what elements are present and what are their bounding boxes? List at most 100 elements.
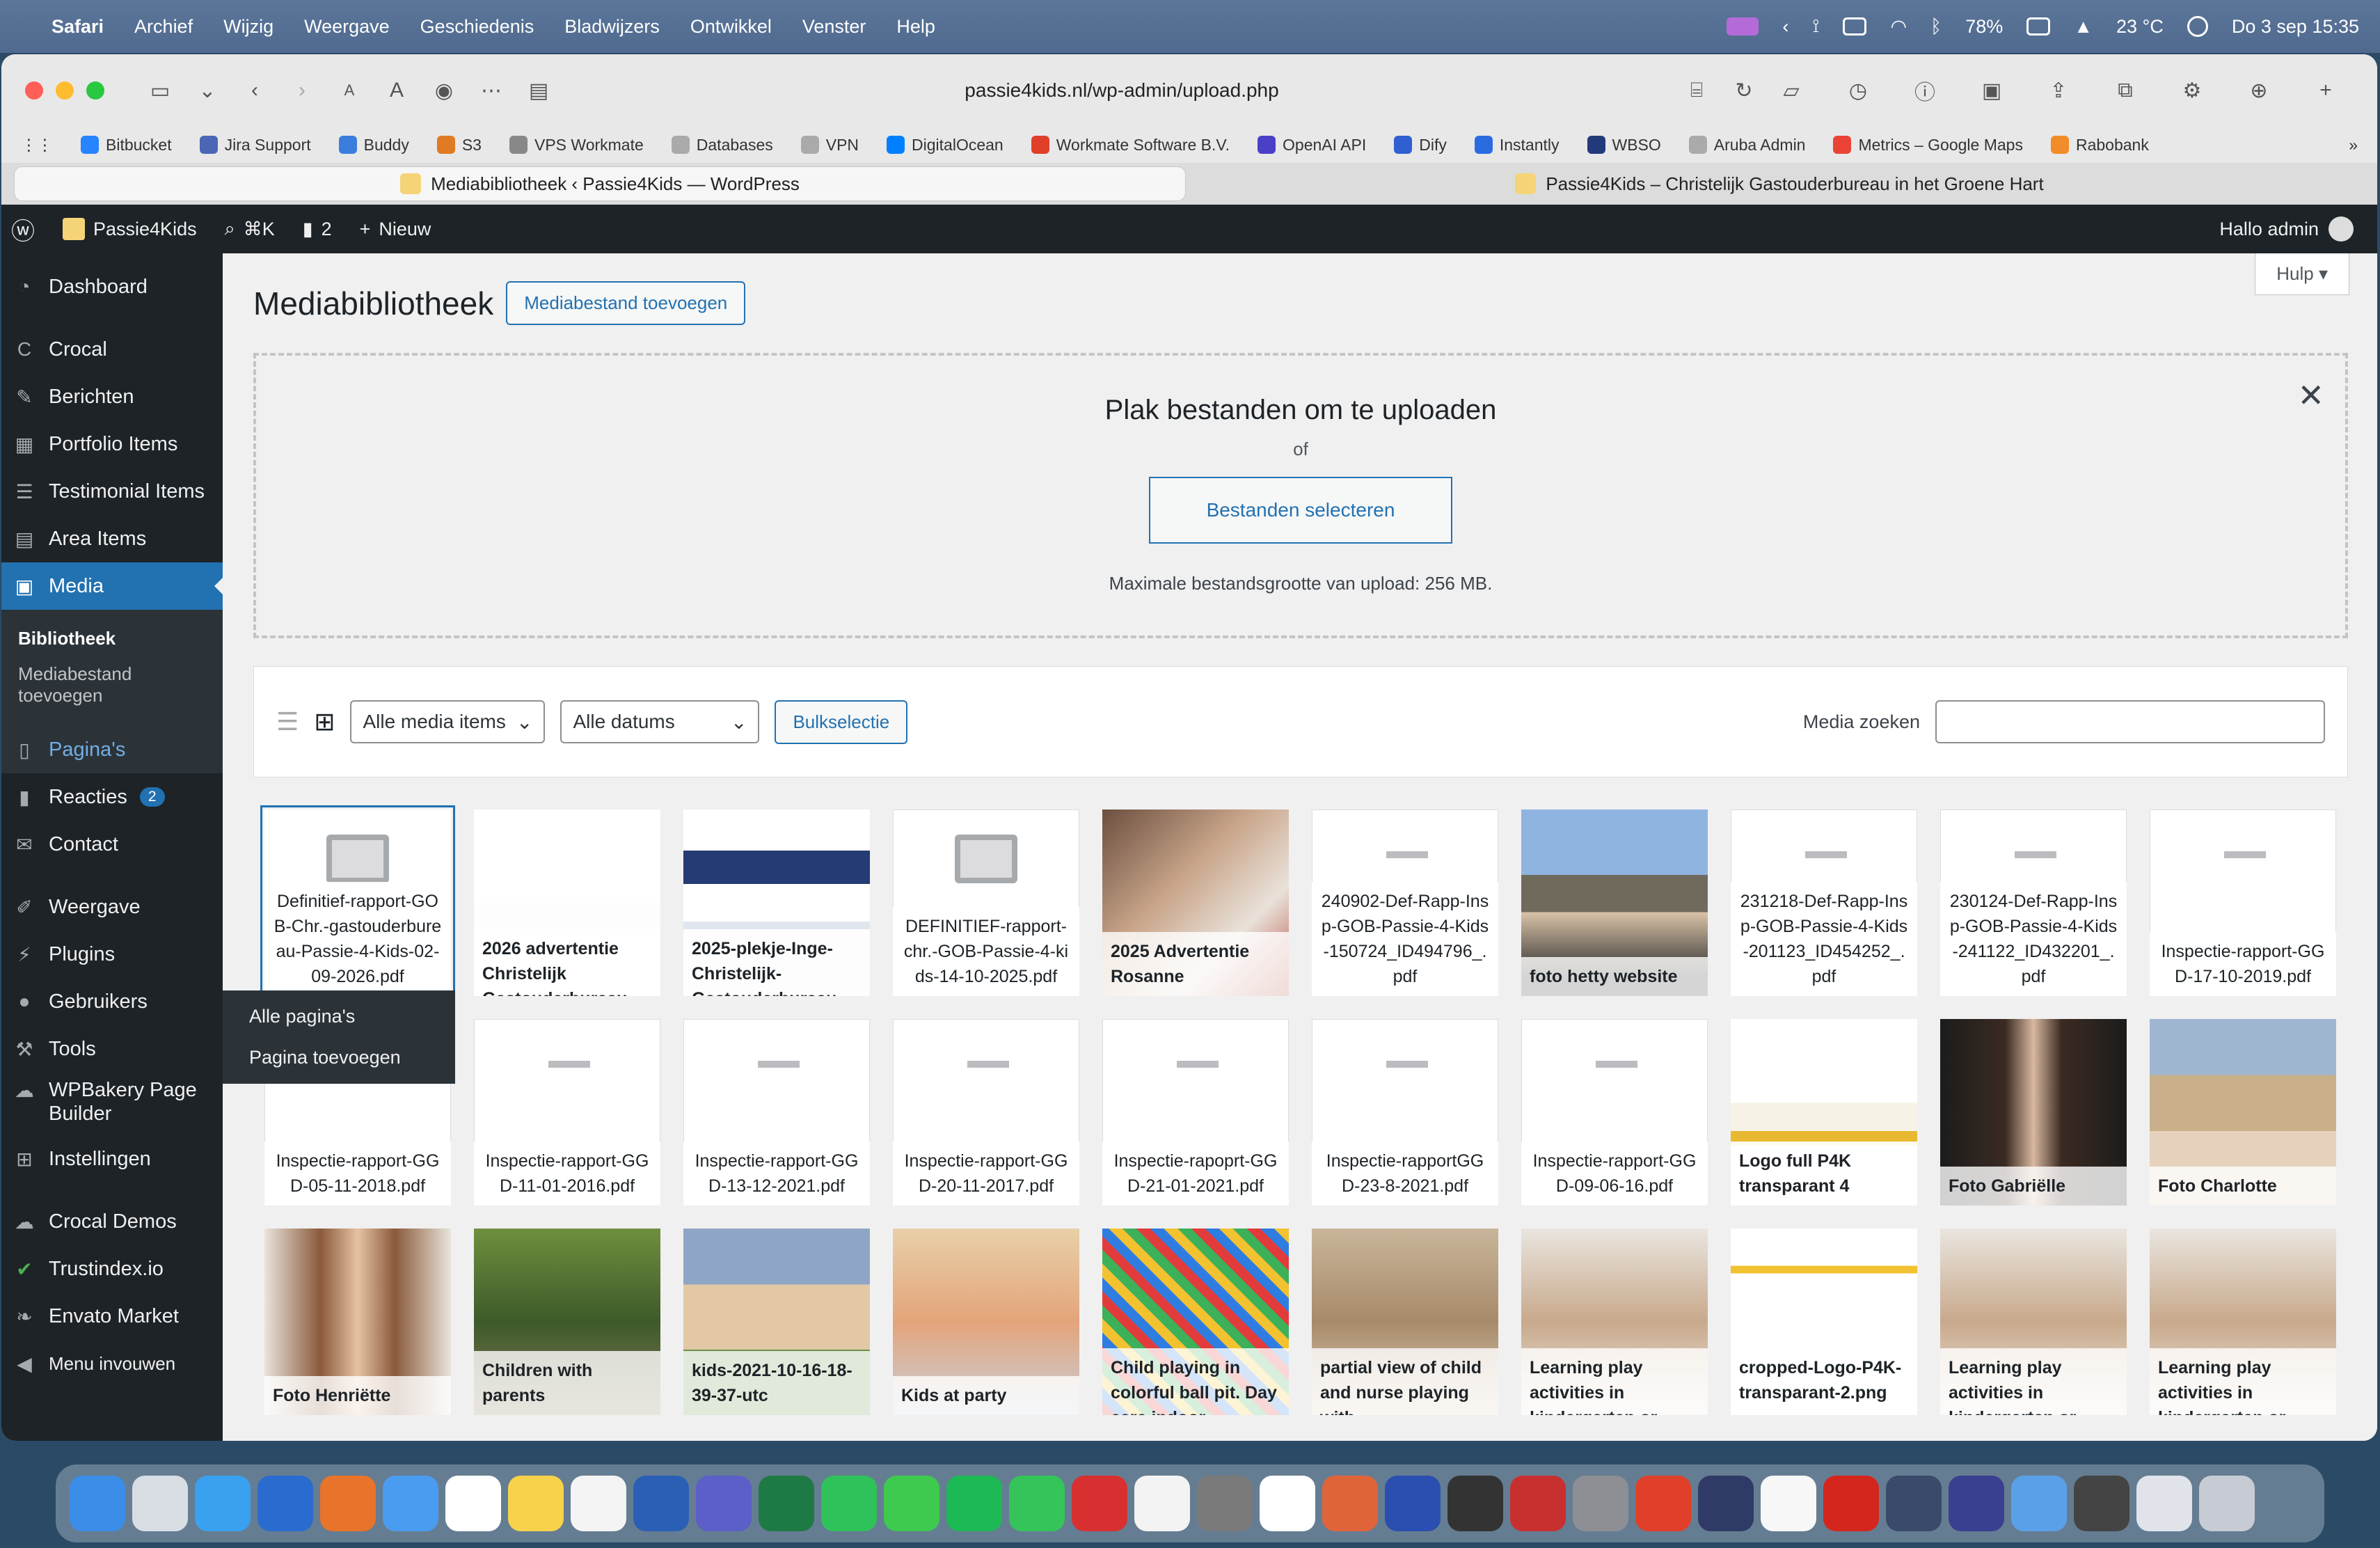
weather-temp[interactable]: 23 °C (2116, 16, 2164, 38)
media-tile[interactable]: Kids at party (893, 1229, 1079, 1415)
media-tile[interactable]: 240902-Def-Rapp-Insp-GOB-Passie-4-Kids-1… (1312, 809, 1498, 996)
battery-icon[interactable] (2026, 17, 2051, 35)
kliksoft-icon[interactable] (1072, 1476, 1127, 1531)
list-view-icon[interactable]: ☰ (276, 707, 299, 736)
menu-weergave[interactable]: Weergave (304, 16, 390, 38)
word-icon[interactable] (633, 1476, 689, 1531)
tab-passie4kids-site[interactable]: Passie4Kids – Christelijk Gastouderburea… (1194, 166, 2365, 201)
bookmark-digitalocean[interactable]: DigitalOcean (887, 136, 1003, 155)
bookmark-jira[interactable]: Jira Support (199, 136, 311, 155)
media-tile[interactable]: Inspectie-rapport-GGD-13-12-2021.pdf (683, 1019, 870, 1206)
bookmark-wbso[interactable]: WBSO (1587, 136, 1661, 155)
select-files-button[interactable]: Bestanden selecteren (1149, 477, 1452, 544)
media-tile[interactable]: Inspectie-rapoprt-GGD-21-01-2021.pdf (1102, 1019, 1289, 1206)
back-icon[interactable]: ‹ (235, 71, 274, 110)
bluetooth-icon[interactable]: ᛒ (1930, 16, 1942, 38)
help-button[interactable]: Hulp ▾ (2255, 253, 2349, 295)
more-icon[interactable]: ⋯ (472, 71, 511, 110)
chevron-down-icon[interactable]: ⌄ (188, 71, 227, 110)
sidebar-item-plugins[interactable]: ⚡ Plugins (1, 931, 223, 978)
messages-icon[interactable] (884, 1476, 939, 1531)
site-name-link[interactable]: Passie4Kids (63, 218, 197, 240)
sidebar-collapse-menu[interactable]: ◀ Menu invouwen (1, 1340, 223, 1387)
ruler-icon[interactable]: ▱ (1772, 71, 1811, 110)
bookmark-s3[interactable]: S3 (436, 136, 482, 155)
media-tile[interactable]: 231218-Def-Rapp-Insp-GOB-Passie-4-Kids-2… (1731, 809, 1917, 996)
menu-wijzig[interactable]: Wijzig (223, 16, 273, 38)
dots-app-icon[interactable] (1510, 1476, 1566, 1531)
menubar-clock[interactable]: Do 3 sep 15:35 (2232, 16, 2359, 38)
submenu-bibliotheek[interactable]: Bibliotheek (1, 621, 223, 656)
bookmark-databases[interactable]: Databases (671, 136, 773, 155)
media-tile[interactable]: 2025-plekje-Inge-Christelijk-Gastouderbu… (683, 809, 870, 996)
menu-geschiedenis[interactable]: Geschiedenis (420, 16, 534, 38)
media-tile[interactable]: Learning play activities in kindergarten… (1521, 1229, 1708, 1415)
media-tile[interactable]: Learning play activities in kindergarten… (1940, 1229, 2127, 1415)
media-tile[interactable]: Children with parents (474, 1229, 660, 1415)
sidebar-item-paginas[interactable]: ▯ Pagina's (1, 726, 223, 773)
downloads-icon[interactable]: ⊕ (2239, 71, 2278, 110)
bookmark-openai[interactable]: OpenAI API (1258, 136, 1366, 155)
launchpad-icon[interactable] (132, 1476, 188, 1531)
zoom-window-button[interactable] (86, 81, 104, 100)
sidebar-item-dashboard[interactable]: ◔ Dashboard (1, 263, 223, 310)
media-tile[interactable]: Inspectie-rapport-GGD-09-06-16.pdf (1521, 1019, 1708, 1206)
system-settings-icon[interactable] (1573, 1476, 1628, 1531)
media-tile[interactable]: foto hetty website (1521, 809, 1708, 996)
sidebar-item-portfolio[interactable]: ▦ Portfolio Items (1, 420, 223, 468)
menu-ontwikkel[interactable]: Ontwikkel (690, 16, 772, 38)
media-tile[interactable]: 230124-Def-Rapp-Insp-GOB-Passie-4-Kids-2… (1940, 809, 2127, 996)
grid-icon[interactable]: ⋮⋮ (21, 136, 53, 155)
sidebar-item-contact[interactable]: ✉ Contact (1, 821, 223, 868)
flyout-pagina-toevoegen[interactable]: Pagina toevoegen (223, 1037, 455, 1078)
sidebar-item-trustindex[interactable]: ✔ Trustindex.io (1, 1245, 223, 1293)
bookmark-vpn[interactable]: VPN (800, 136, 859, 155)
media-tile[interactable]: Foto Charlotte (2150, 1019, 2336, 1206)
flyout-alle-paginas[interactable]: Alle pagina's (223, 996, 455, 1037)
notion-icon[interactable] (1260, 1476, 1315, 1531)
workmate-w-icon[interactable] (1635, 1476, 1691, 1531)
facetime-icon[interactable] (1009, 1476, 1065, 1531)
menu-bladwijzers[interactable]: Bladwijzers (564, 16, 660, 38)
media-tile[interactable]: Foto Gabriëlle (1940, 1019, 2127, 1206)
sidebar-item-envato[interactable]: ❧ Envato Market (1, 1293, 223, 1340)
address-bar[interactable]: passie4kids.nl/wp-admin/upload.php (809, 70, 1435, 111)
chevron-left-icon[interactable]: ‹ (1782, 16, 1788, 38)
sidebar-item-instellingen[interactable]: ⊞ Instellingen (1, 1135, 223, 1183)
outlook-icon[interactable] (257, 1476, 313, 1531)
airplay-icon[interactable]: ⟟ (1812, 15, 1819, 38)
display-icon[interactable] (1843, 17, 1867, 35)
extension-icon[interactable]: ◉ (425, 71, 463, 110)
firefox-icon[interactable] (320, 1476, 376, 1531)
bookmark-workmate[interactable]: Workmate Software B.V. (1031, 136, 1230, 155)
sidebar-item-weergave[interactable]: ✐ Weergave (1, 883, 223, 931)
media-tile[interactable]: Definitief-rapport-GOB-Chr.-gastouderbur… (264, 809, 451, 996)
media-tile[interactable]: Child playing in colorful ball pit. Day … (1102, 1229, 1289, 1415)
media-tile[interactable]: Foto Henriëtte (264, 1229, 451, 1415)
sidebar-item-reacties[interactable]: ▮ Reacties 2 (1, 773, 223, 821)
text-larger-icon[interactable]: A (377, 71, 416, 110)
menu-app-name[interactable]: Safari (51, 16, 104, 38)
bulk-select-button[interactable]: Bulkselectie (775, 700, 908, 744)
submenu-mediabestand-toevoegen[interactable]: Mediabestand toevoegen (1, 656, 223, 713)
robot-app-icon[interactable] (1886, 1476, 1942, 1531)
command-search[interactable]: ⌕ ⌘K (225, 218, 275, 240)
textedit-icon[interactable] (1761, 1476, 1816, 1531)
bookmark-aruba[interactable]: Aruba Admin (1688, 136, 1805, 155)
maps-icon[interactable] (1134, 1476, 1190, 1531)
media-tile[interactable]: Inspectie-rapport-GGD-17-10-2019.pdf (2150, 809, 2336, 996)
bookmark-vps[interactable]: VPS Workmate (509, 136, 644, 155)
reload-icon[interactable]: ↻ (1724, 71, 1763, 110)
media-tile[interactable]: Inspectie-rapportGGD-23-8-2021.pdf (1312, 1019, 1498, 1206)
headphones-app-icon[interactable] (1698, 1476, 1754, 1531)
minimize-window-button[interactable] (56, 81, 74, 100)
share-icon[interactable]: ⇪ (2039, 71, 2078, 110)
trash-icon[interactable] (2199, 1476, 2255, 1531)
notes-icon[interactable] (508, 1476, 564, 1531)
3cx-icon[interactable] (1447, 1476, 1503, 1531)
upload-dropzone[interactable]: ✕ Plak bestanden om te uploaden of Besta… (253, 353, 2348, 638)
bookmark-rabobank[interactable]: Rabobank (2050, 136, 2149, 155)
sidebar-item-area[interactable]: ▤ Area Items (1, 515, 223, 562)
safari-icon[interactable] (195, 1476, 251, 1531)
chevron-double-right-icon[interactable]: » (2349, 136, 2358, 155)
